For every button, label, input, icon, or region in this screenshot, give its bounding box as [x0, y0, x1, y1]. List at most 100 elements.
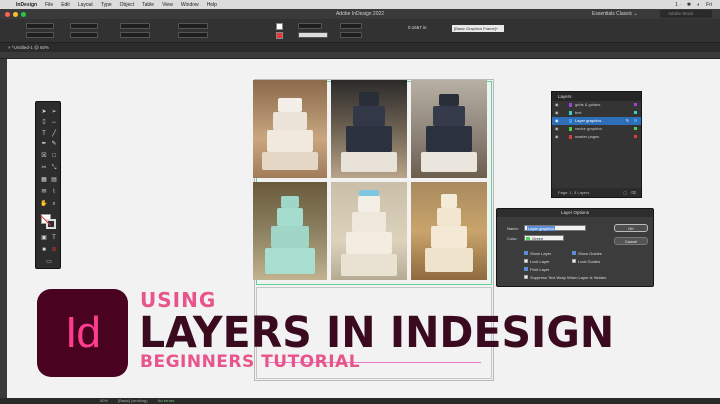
option-checkbox[interactable]: Show Guides [572, 251, 602, 256]
checkbox-empty-icon[interactable] [524, 275, 528, 279]
menu-file[interactable]: File [45, 2, 53, 8]
object-style-dropdown[interactable]: [Basic Graphics Frame]+ [452, 25, 504, 32]
shear-field[interactable] [178, 32, 208, 38]
layer-selection-square[interactable] [634, 119, 637, 122]
formatting-container-icon[interactable]: ▣ [40, 234, 48, 242]
bluetooth-icon[interactable]: ✱ [687, 2, 691, 8]
cake-photo-2[interactable] [331, 80, 407, 178]
delete-layer-icon[interactable]: ⌫ [630, 188, 636, 197]
pencil-tool-icon[interactable]: ✎ [50, 140, 58, 148]
checkbox-checked-icon[interactable] [524, 251, 528, 255]
zoom-tool-icon[interactable]: ⌕ [50, 200, 58, 208]
note-tool-icon[interactable]: ✉ [40, 188, 48, 196]
gradient-tool-icon[interactable]: ▦ [40, 176, 48, 184]
visibility-eye-icon[interactable]: ◉ [555, 109, 559, 117]
cake-photo-4[interactable] [253, 182, 327, 280]
cake-photo-6[interactable] [411, 182, 487, 280]
w-field[interactable] [70, 23, 98, 29]
scale-x-field[interactable] [120, 23, 150, 29]
cake-photo-5[interactable] [331, 182, 407, 280]
ok-button[interactable]: OK [614, 224, 648, 232]
formatting-text-icon[interactable]: T [50, 234, 58, 242]
menu-type[interactable]: Type [101, 2, 112, 8]
line-tool-icon[interactable]: ╱ [50, 130, 58, 138]
stroke-swatch[interactable] [276, 32, 283, 39]
menu-app-indesign[interactable]: InDesign [16, 2, 37, 8]
display-icon[interactable]: ◐ [697, 2, 700, 8]
option-checkbox[interactable]: Lock Layer [524, 259, 550, 264]
horizontal-ruler[interactable] [0, 52, 720, 59]
menu-table[interactable]: Table [142, 2, 154, 8]
apply-color-icon[interactable]: ■ [40, 246, 48, 254]
gradient-feather-tool-icon[interactable]: ▤ [50, 176, 58, 184]
status-zoom[interactable]: 50% [100, 398, 108, 404]
cake-photo-3[interactable] [411, 80, 487, 178]
cake-photo-1[interactable] [253, 80, 327, 178]
layer-selection-square[interactable] [634, 111, 637, 114]
menu-window[interactable]: Window [181, 2, 199, 8]
layer-selection-square[interactable] [634, 127, 637, 130]
option-checkbox[interactable]: Suppress Text Wrap When Layer is Hidden [524, 275, 606, 280]
layer-name-input[interactable]: Layer graphics [524, 225, 586, 231]
selection-tool-icon[interactable]: ➤ [40, 108, 48, 116]
stroke-type-field[interactable] [298, 32, 328, 38]
option-checkbox[interactable]: Print Layer [524, 267, 549, 272]
apply-none-icon[interactable]: ⊘ [50, 246, 58, 254]
document-tab[interactable]: × *Untitled-1 @ 50% [0, 43, 720, 52]
menu-edit[interactable]: Edit [61, 2, 70, 8]
layer-row[interactable]: ◉ Layer graphics ✎ [552, 117, 641, 125]
checkbox-checked-icon[interactable] [524, 267, 528, 271]
stock-search-input[interactable]: Adobe Stock [660, 10, 712, 18]
percent-field[interactable] [340, 32, 362, 38]
transform-tool-icon[interactable]: ⤡ [50, 164, 58, 172]
fill-swatch[interactable] [276, 23, 283, 30]
checkbox-empty-icon[interactable] [572, 259, 576, 263]
gap-tool-icon[interactable]: ↔ [50, 118, 58, 126]
option-checkbox[interactable]: Lock Guides [572, 259, 600, 264]
checkbox-checked-icon[interactable] [572, 251, 576, 255]
opacity-field[interactable] [340, 23, 362, 29]
hand-tool-icon[interactable]: ✋ [40, 200, 48, 208]
layers-panel-title[interactable]: Layers [552, 92, 641, 101]
y-field[interactable] [26, 32, 54, 38]
frame-tool-icon[interactable]: ☒ [40, 152, 48, 160]
menu-view[interactable]: View [162, 2, 173, 8]
layer-color-dropdown[interactable]: Green [524, 235, 564, 241]
layer-selection-square[interactable] [634, 135, 637, 138]
menu-layout[interactable]: Layout [78, 2, 93, 8]
status-mode[interactable]: [Basic] (working) [118, 398, 148, 404]
menu-help[interactable]: Help [207, 2, 217, 8]
minimize-window-button[interactable] [13, 11, 18, 17]
visibility-eye-icon[interactable]: ◉ [555, 101, 559, 109]
layer-row[interactable]: ◉ text [552, 109, 641, 117]
status-item-1[interactable]: 1 · [675, 2, 681, 8]
close-window-button[interactable] [5, 11, 10, 17]
clock-text[interactable]: Fri [706, 2, 712, 8]
direct-selection-tool-icon[interactable]: ➢ [50, 108, 58, 116]
zoom-window-button[interactable] [21, 11, 26, 17]
fill-stroke-swatches[interactable] [40, 214, 57, 230]
visibility-eye-icon[interactable]: ◉ [555, 117, 559, 125]
checkbox-empty-icon[interactable] [524, 259, 528, 263]
layer-selection-square[interactable] [634, 103, 637, 106]
rotate-field[interactable] [178, 23, 208, 29]
stroke-weight-field[interactable] [298, 23, 322, 29]
rectangle-tool-icon[interactable]: □ [50, 152, 58, 160]
eyedropper-tool-icon[interactable]: ⌇ [50, 188, 58, 196]
layer-row[interactable]: ◉ vector graphics [552, 125, 641, 133]
workspace-switcher[interactable]: Essentials Classic ⌄ [592, 11, 638, 17]
new-layer-icon[interactable]: ▢ [623, 188, 627, 197]
visibility-eye-icon[interactable]: ◉ [555, 133, 559, 141]
h-field[interactable] [70, 32, 98, 38]
option-checkbox[interactable]: Show Layer [524, 251, 551, 256]
scissors-tool-icon[interactable]: ✂ [40, 164, 48, 172]
scale-y-field[interactable] [120, 32, 150, 38]
cancel-button[interactable]: Cancel [614, 237, 648, 245]
status-errors[interactable]: No errors [158, 398, 175, 404]
menu-object[interactable]: Object [120, 2, 134, 8]
vertical-ruler[interactable] [0, 59, 7, 398]
layer-row[interactable]: ◉ grids & guides [552, 101, 641, 109]
x-field[interactable] [26, 23, 54, 29]
visibility-eye-icon[interactable]: ◉ [555, 125, 559, 133]
page-tool-icon[interactable]: ▯ [40, 118, 48, 126]
